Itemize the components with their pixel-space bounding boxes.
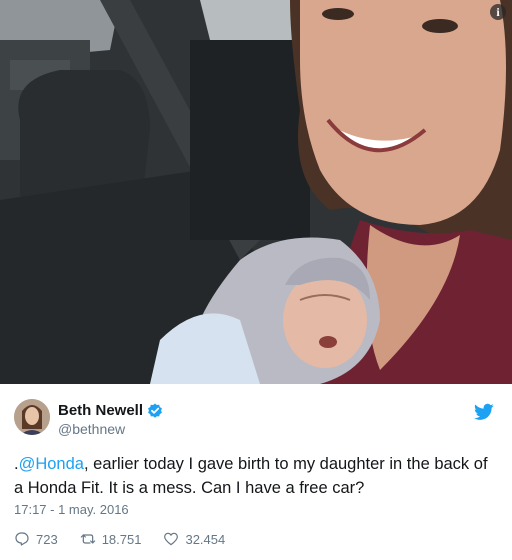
author-name[interactable]: Beth Newell <box>58 402 143 419</box>
author-name-row: Beth Newell <box>58 402 163 419</box>
tweet-actions: 723 18.751 32.454 <box>14 528 247 550</box>
avatar-image <box>14 399 50 435</box>
like-button[interactable]: 32.454 <box>163 531 225 547</box>
photo-illustration <box>0 0 512 384</box>
tweet-card: i Beth Newell @bethnew .@Honda, earlier … <box>0 0 512 560</box>
twitter-bird-icon[interactable] <box>474 403 494 421</box>
verified-badge-icon <box>148 403 162 418</box>
author-handle[interactable]: @bethnew <box>58 421 125 437</box>
like-icon <box>164 532 179 546</box>
info-icon[interactable]: i <box>490 4 506 20</box>
tweet-timestamp[interactable]: 17:17 - 1 may. 2016 <box>14 502 129 517</box>
retweet-button[interactable]: 18.751 <box>80 531 142 547</box>
reply-button[interactable]: 723 <box>14 531 58 547</box>
like-count: 32.454 <box>185 531 226 547</box>
tweet-header: Beth Newell @bethnew <box>14 399 498 439</box>
avatar[interactable] <box>14 399 50 435</box>
reply-icon <box>15 532 29 546</box>
mention-link[interactable]: @Honda <box>19 455 84 473</box>
tweet-text: .@Honda, earlier today I gave birth to m… <box>14 452 500 500</box>
tweet-text-body: , earlier today I gave birth to my daugh… <box>14 455 488 497</box>
retweet-icon <box>80 534 95 544</box>
retweet-count: 18.751 <box>101 531 142 547</box>
tweet-photo[interactable]: i <box>0 0 512 384</box>
reply-count: 723 <box>36 531 58 547</box>
